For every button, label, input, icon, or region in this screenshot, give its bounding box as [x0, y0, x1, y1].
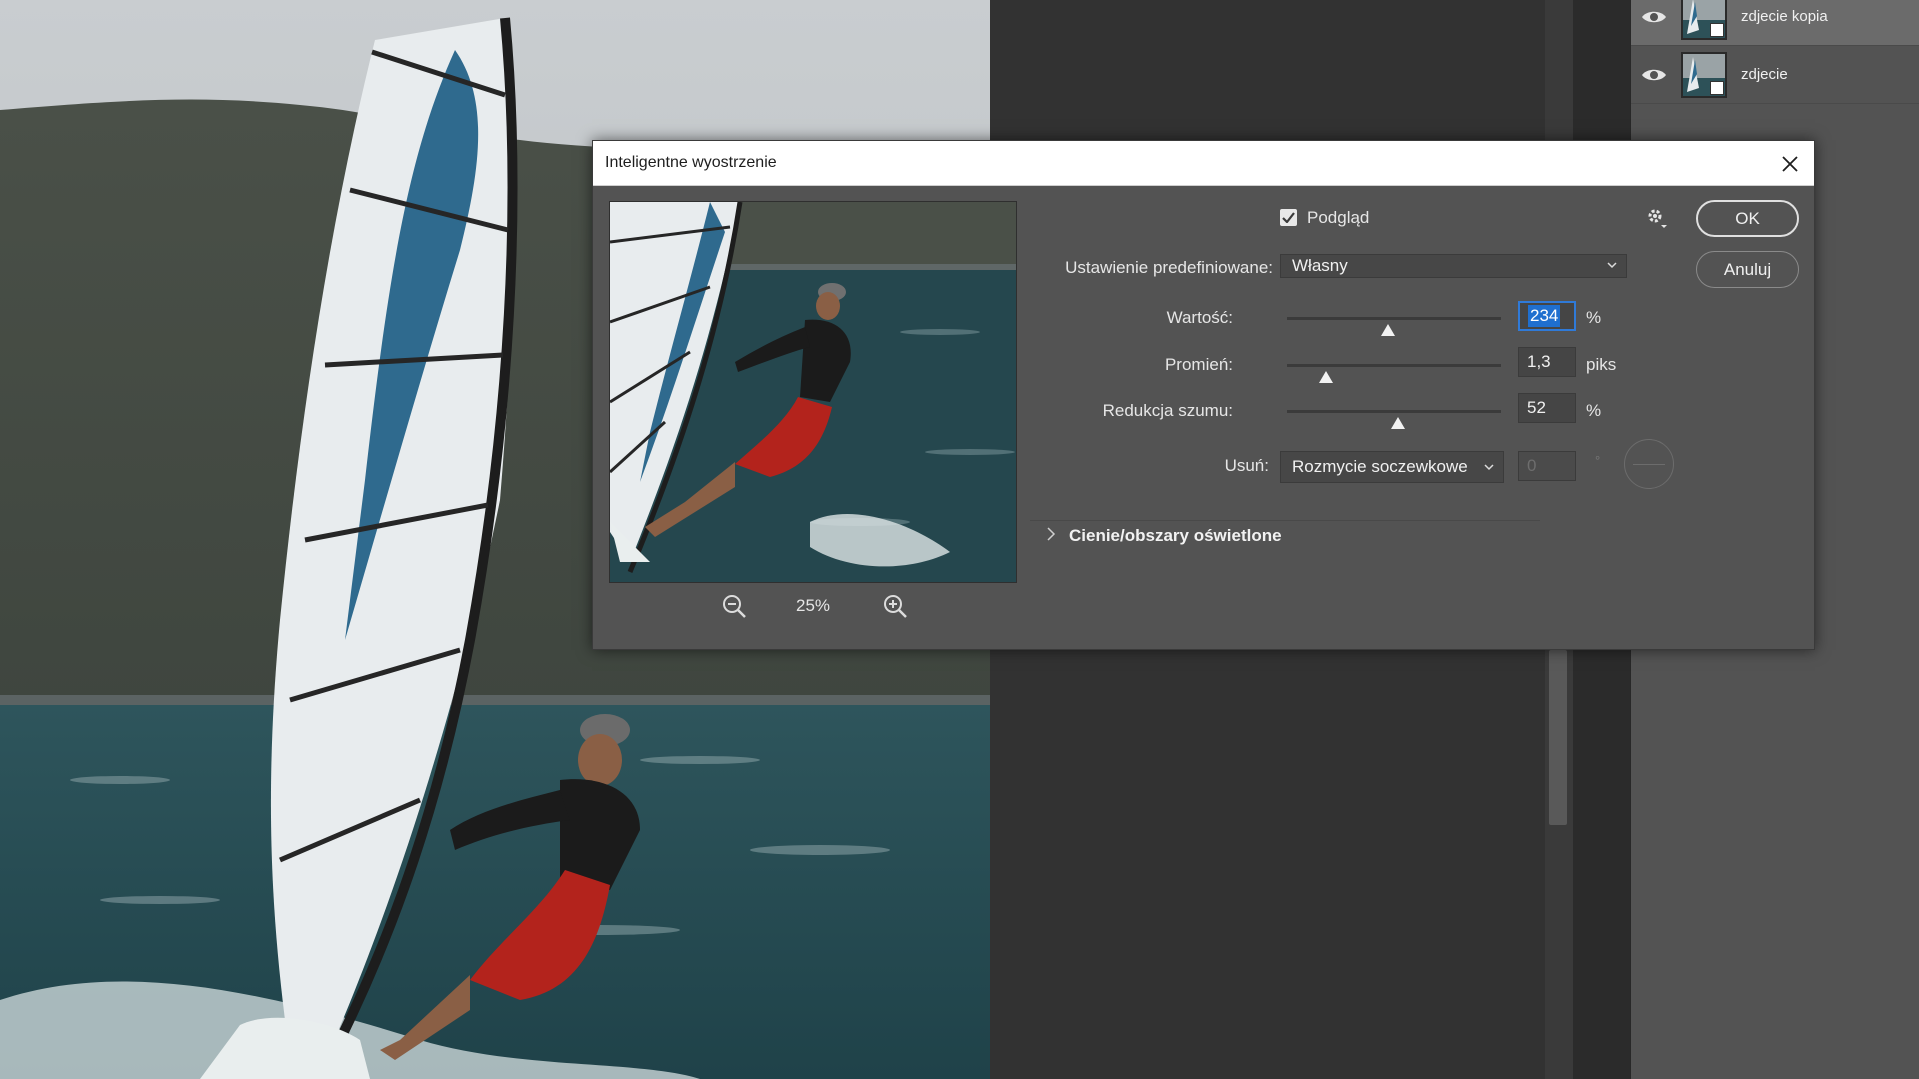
preset-value: Własny [1292, 256, 1348, 275]
close-button[interactable] [1774, 148, 1806, 180]
layer-name: zdjecie kopia [1741, 8, 1828, 25]
checkbox-check-icon [1282, 212, 1295, 223]
radius-unit: piks [1586, 355, 1617, 374]
remove-select[interactable]: Rozmycie soczewkowe [1280, 451, 1504, 483]
eye-icon[interactable] [1641, 67, 1667, 83]
canvas-scrollbar-thumb[interactable] [1549, 650, 1567, 825]
ok-button[interactable]: OK [1696, 200, 1799, 237]
amount-label: Wartość: [1166, 308, 1233, 327]
angle-unit: ° [1595, 453, 1601, 468]
zoom-out-icon[interactable] [721, 593, 747, 619]
eye-icon[interactable] [1641, 9, 1667, 25]
close-icon [1782, 156, 1798, 172]
layer-row-zdjecie[interactable]: zdjecie [1631, 46, 1919, 104]
dialog-titlebar: Inteligentne wyostrzenie [593, 141, 1814, 186]
remove-label: Usuń: [1224, 456, 1269, 475]
noise-value: 52 [1527, 398, 1546, 417]
shadows-highlights-section[interactable]: Cienie/obszary oświetlone [1069, 526, 1282, 546]
radius-slider[interactable] [1287, 360, 1501, 383]
layer-name: zdjecie [1741, 66, 1788, 83]
chevron-down-icon [1484, 464, 1494, 471]
zoom-level: 25% [795, 596, 831, 615]
amount-value: 234 [1528, 305, 1561, 327]
noise-input[interactable]: 52 [1518, 393, 1576, 423]
preview-label[interactable]: Podgląd [1307, 208, 1369, 228]
noise-label: Redukcja szumu: [1102, 401, 1233, 420]
noise-unit: % [1586, 401, 1602, 420]
angle-input: 0 [1518, 451, 1576, 481]
radius-input[interactable]: 1,3 [1518, 347, 1576, 377]
radius-label: Promień: [1164, 355, 1233, 374]
preset-label: Ustawienie predefiniowane: [1065, 258, 1273, 277]
amount-slider[interactable] [1287, 313, 1501, 336]
slider-track [1287, 317, 1501, 320]
preview-image[interactable] [609, 201, 1017, 583]
radius-value: 1,3 [1527, 352, 1551, 371]
remove-value: Rozmycie soczewkowe [1292, 457, 1468, 476]
angle-dial [1624, 439, 1674, 489]
gear-icon[interactable] [1645, 206, 1669, 230]
section-divider [1030, 520, 1540, 521]
layer-thumbnail [1681, 0, 1727, 40]
noise-slider[interactable] [1287, 406, 1501, 429]
zoom-in-icon[interactable] [882, 593, 908, 619]
angle-value: 0 [1527, 456, 1537, 475]
cancel-button[interactable]: Anuluj [1696, 251, 1799, 288]
cancel-button-label: Anuluj [1723, 259, 1772, 279]
smart-object-icon [1710, 80, 1724, 95]
angle-dial-line [1633, 464, 1665, 465]
dialog-title: Inteligentne wyostrzenie [605, 154, 777, 171]
amount-unit: % [1586, 308, 1602, 327]
ok-button-label: OK [1735, 208, 1760, 228]
preview-checkbox[interactable] [1280, 209, 1297, 226]
amount-input[interactable]: 234 [1518, 301, 1576, 331]
chevron-down-icon [1607, 262, 1617, 269]
photoshop-workspace: zdjecie kopia zdjecie Inteligentne wyost… [0, 0, 1919, 1079]
slider-thumb-icon[interactable] [1318, 371, 1333, 383]
smart-object-icon [1710, 22, 1724, 37]
smart-sharpen-dialog: Inteligentne wyostrzenie 25% Podgląd OK … [592, 140, 1815, 650]
slider-track [1287, 410, 1501, 413]
slider-track [1287, 364, 1501, 367]
slider-thumb-icon[interactable] [1380, 324, 1395, 336]
chevron-right-icon[interactable] [1045, 526, 1057, 542]
layer-row-zdjecie-kopia[interactable]: zdjecie kopia [1631, 0, 1919, 46]
preset-select[interactable]: Własny [1280, 254, 1627, 278]
slider-thumb-icon[interactable] [1391, 417, 1406, 429]
layer-thumbnail [1681, 51, 1727, 98]
